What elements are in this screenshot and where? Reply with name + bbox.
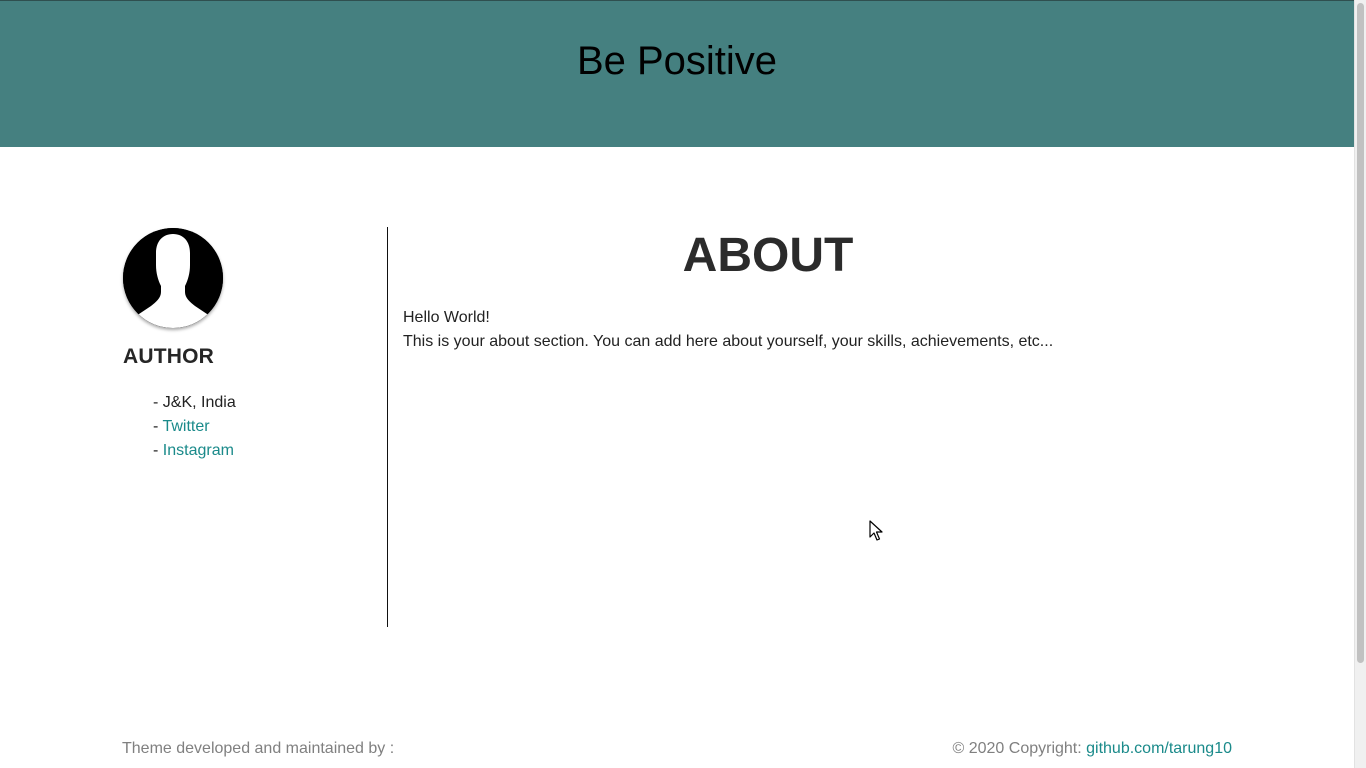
footer-copyright: © 2020 Copyright: github.com/tarung10 bbox=[952, 739, 1232, 759]
about-description: This is your about section. You can add … bbox=[403, 333, 1054, 350]
vertical-divider bbox=[387, 227, 388, 627]
copyright-text: © 2020 Copyright: bbox=[952, 740, 1087, 757]
author-twitter: - Twitter bbox=[153, 415, 363, 439]
person-silhouette-icon bbox=[123, 228, 223, 328]
author-instagram: - Instagram bbox=[153, 439, 363, 463]
author-info-list: - J&K, India - Twitter - Instagram bbox=[123, 391, 363, 463]
instagram-link[interactable]: Instagram bbox=[163, 442, 234, 459]
site-title: Be Positive bbox=[576, 39, 778, 83]
author-heading: AUTHOR bbox=[123, 345, 215, 368]
list-dash: - bbox=[153, 394, 163, 411]
avatar bbox=[123, 228, 223, 328]
about-title: ABOUT bbox=[682, 229, 854, 282]
site-header: Be Positive bbox=[0, 1, 1354, 147]
author-sidebar: AUTHOR - J&K, India - Twitter - Instagra… bbox=[123, 228, 363, 463]
about-section: ABOUT Hello World! This is your about se… bbox=[403, 228, 1133, 354]
scrollbar-thumb[interactable] bbox=[1357, 3, 1364, 663]
list-dash: - bbox=[153, 442, 163, 459]
github-link[interactable]: github.com/tarung10 bbox=[1086, 740, 1232, 757]
page: Be Positive AUTHOR - J&K, India - Twitte… bbox=[0, 0, 1354, 768]
author-location: - J&K, India bbox=[153, 391, 363, 415]
location-text: J&K, India bbox=[162, 394, 236, 411]
footer-credit: Theme developed and maintained by : bbox=[122, 740, 395, 757]
twitter-link[interactable]: Twitter bbox=[162, 418, 209, 435]
vertical-scrollbar[interactable] bbox=[1354, 0, 1366, 768]
about-text: Hello World! This is your about section.… bbox=[403, 306, 1133, 354]
about-greeting: Hello World! bbox=[403, 309, 490, 326]
